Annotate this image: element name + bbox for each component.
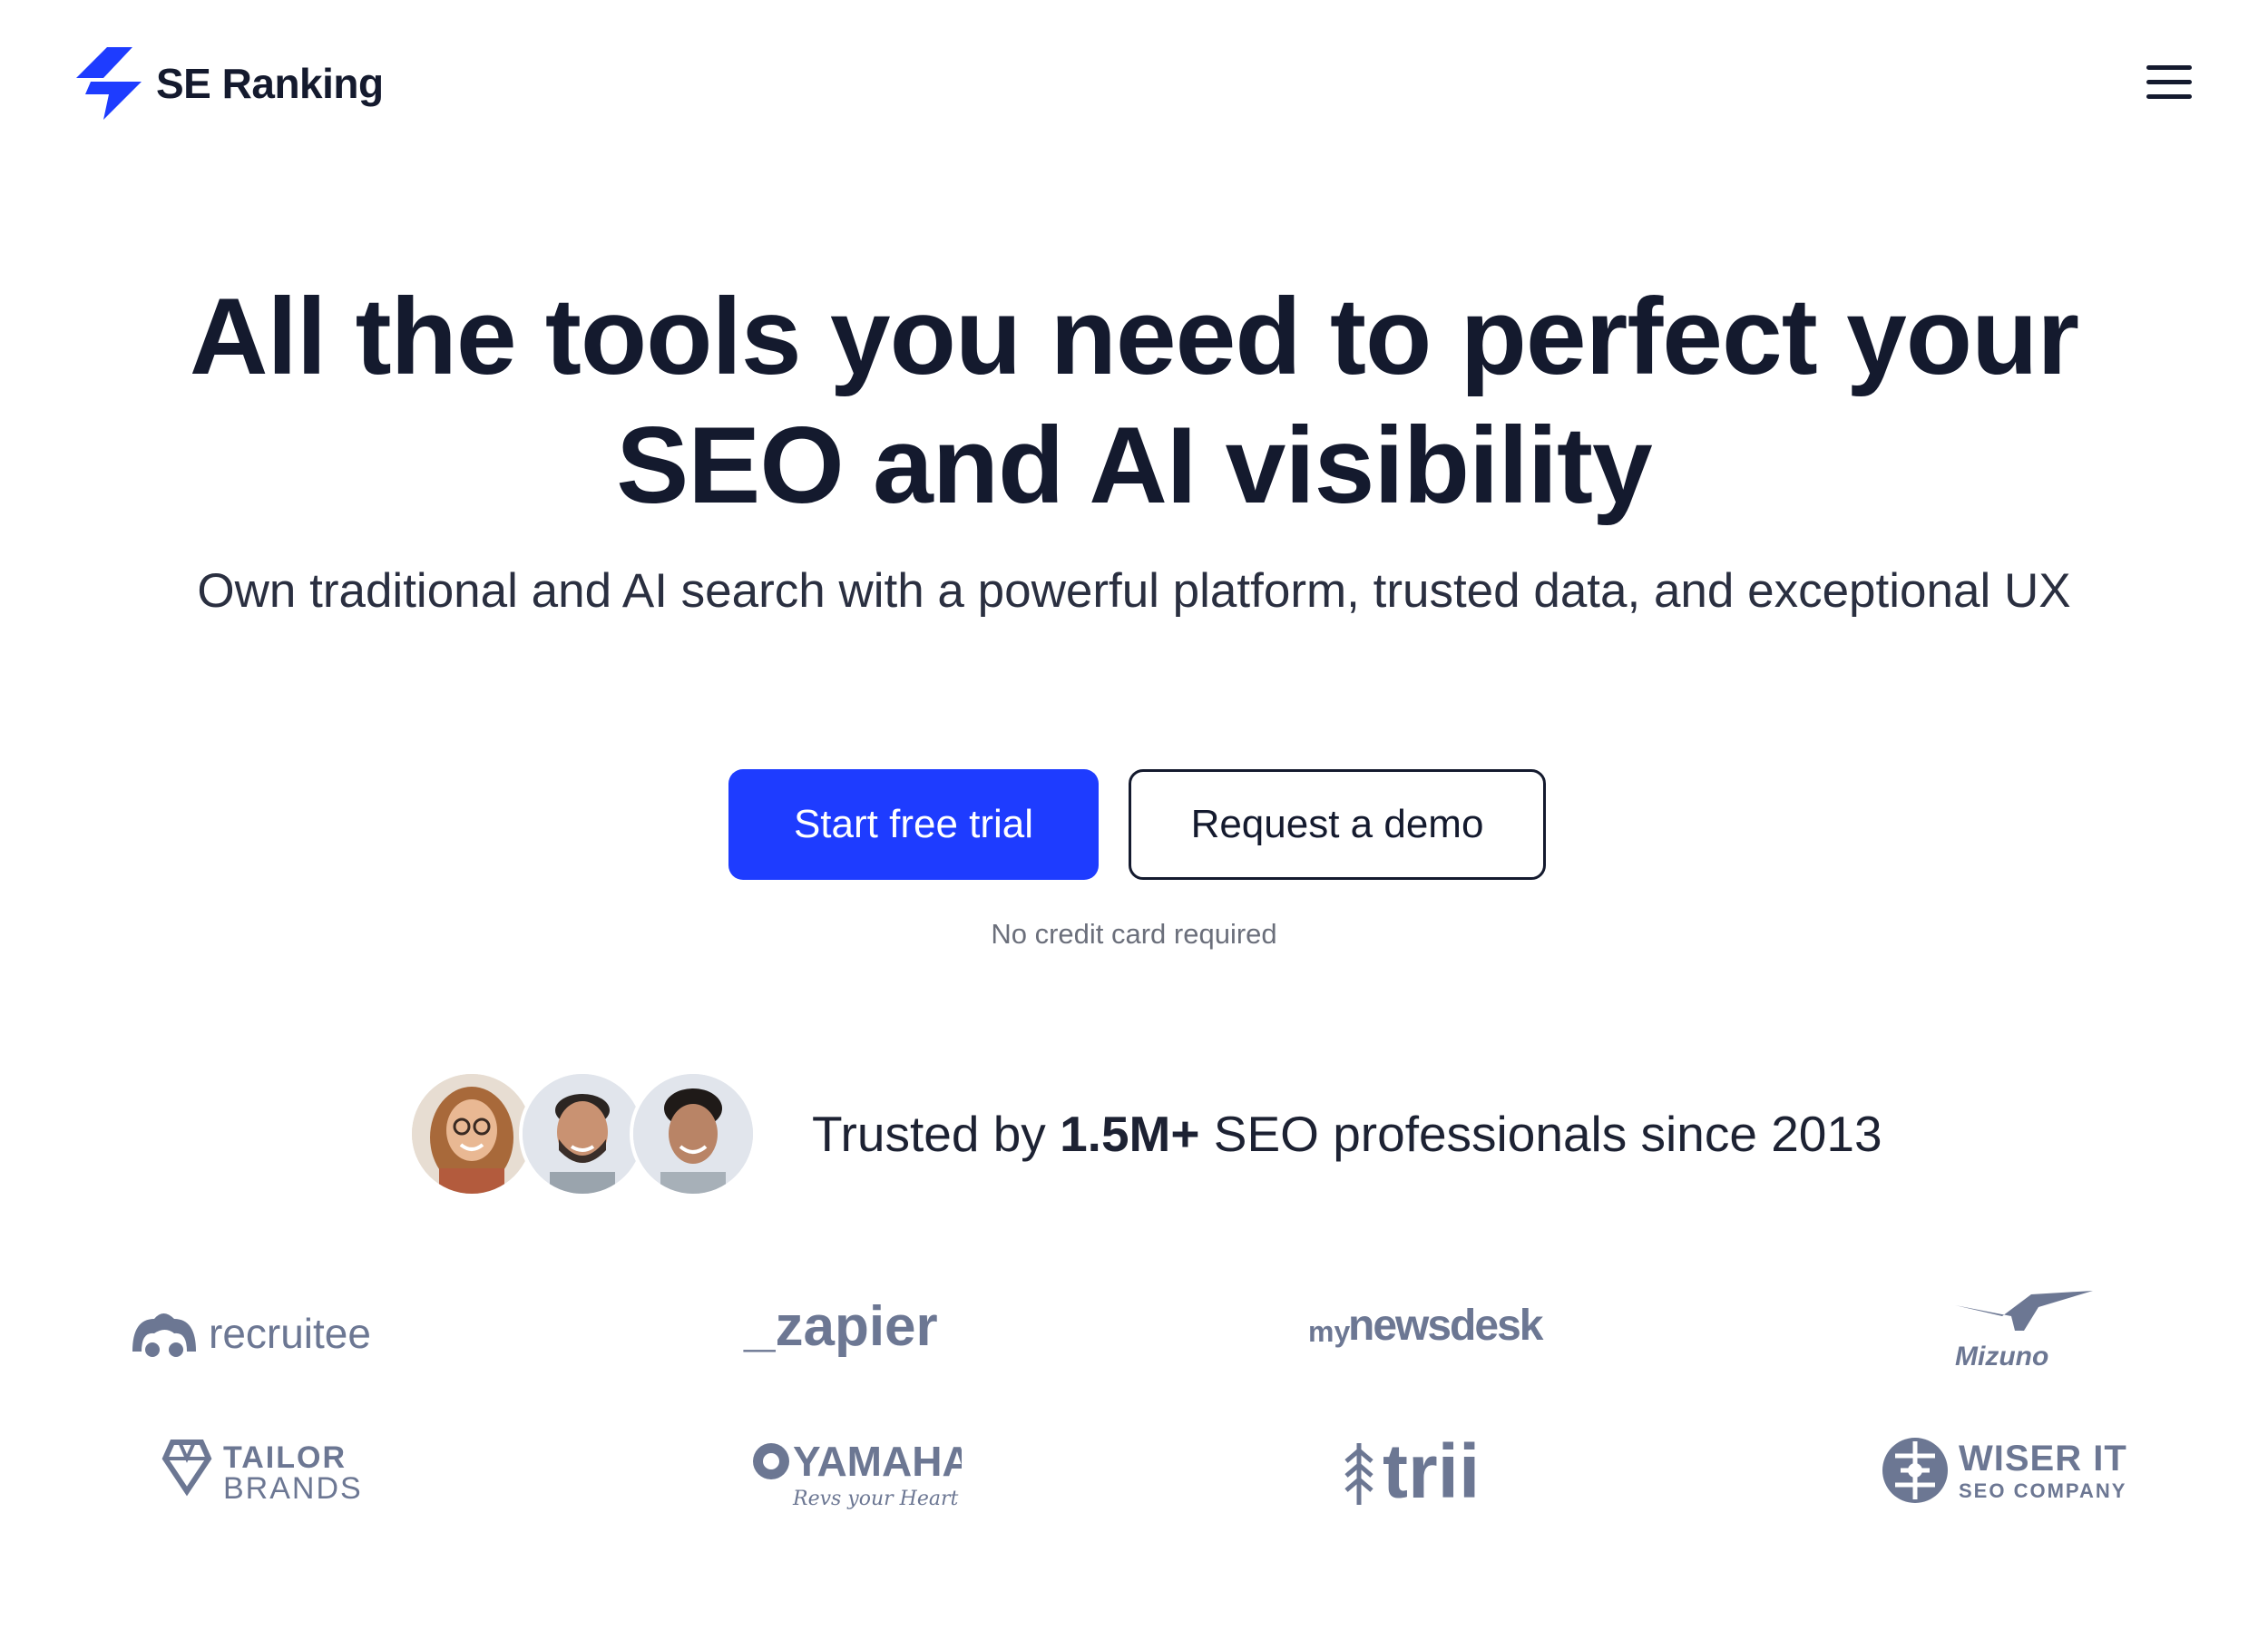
tailor-brands-bottom: BRANDS [223, 1471, 363, 1506]
mynewsdesk-prefix: my [1308, 1315, 1350, 1348]
brand-logo-link[interactable]: SE Ranking [76, 47, 384, 120]
hamburger-menu-icon[interactable] [2146, 65, 2194, 102]
trii-tree-icon [1344, 1443, 1374, 1505]
recruitee-logo: recruitee [64, 1281, 445, 1381]
trust-statement: Trusted by 1.5M+ SEO professionals since… [812, 1105, 1882, 1163]
hero-title: All the tools you need to perfect your S… [136, 272, 2132, 530]
tailor-brands-icon [161, 1440, 212, 1497]
trii-wordmark: trii [1383, 1429, 1480, 1514]
request-demo-button[interactable]: Request a demo [1129, 769, 1546, 880]
mizuno-logo: Mizuno [1834, 1281, 2215, 1381]
zapier-logo: _zapier [662, 1279, 1043, 1379]
trust-count: 1.5M+ [1060, 1106, 1200, 1162]
mynewsdesk-logo: my newsdesk [1243, 1277, 1624, 1377]
wiser-it-brain-icon [1882, 1438, 1948, 1503]
avatar [519, 1070, 646, 1197]
recruitee-wordmark: recruitee [209, 1310, 371, 1357]
mizuno-wordmark: Mizuno [1955, 1342, 2048, 1371]
hero-title-line2: SEO and AI visibility [616, 405, 1652, 526]
wiser-it-top: WISER IT [1959, 1439, 2127, 1479]
site-header: SE Ranking [0, 0, 2268, 163]
yamaha-logo: YAMAHA Revs your Heart [662, 1420, 1043, 1520]
hero-title-line1: All the tools you need to perfect your [189, 276, 2079, 397]
recruitee-icon: recruitee [132, 1310, 371, 1357]
trust-row: Trusted by 1.5M+ SEO professionals since… [0, 1070, 2268, 1197]
wiser-it-bottom: SEO COMPANY [1959, 1479, 2126, 1502]
avatar [630, 1070, 757, 1197]
mizuno-runbird-icon [1955, 1291, 2093, 1331]
avatar [408, 1070, 535, 1197]
tailor-brands-top: TAILOR [223, 1440, 347, 1475]
yamaha-tagline: Revs your Heart [792, 1488, 958, 1510]
trust-prefix: Trusted by [812, 1106, 1061, 1162]
start-free-trial-button[interactable]: Start free trial [728, 769, 1099, 880]
brand-name: SE Ranking [156, 60, 384, 107]
tailor-brands-logo: TAILOR BRANDS [64, 1424, 445, 1524]
trust-suffix: SEO professionals since 2013 [1199, 1106, 1882, 1162]
mynewsdesk-wordmark: newsdesk [1348, 1302, 1544, 1350]
no-credit-card-note: No credit card required [991, 918, 1277, 950]
yamaha-wordmark: YAMAHA [793, 1438, 962, 1485]
zapier-wordmark: _zapier [743, 1295, 938, 1358]
wiser-it-logo: WISER IT SEO COMPANY [1814, 1420, 2195, 1520]
se-ranking-logo-icon [76, 47, 142, 120]
hero-subtitle: Own traditional and AI search with a pow… [197, 564, 2071, 618]
trii-logo: trii [1243, 1420, 1624, 1520]
